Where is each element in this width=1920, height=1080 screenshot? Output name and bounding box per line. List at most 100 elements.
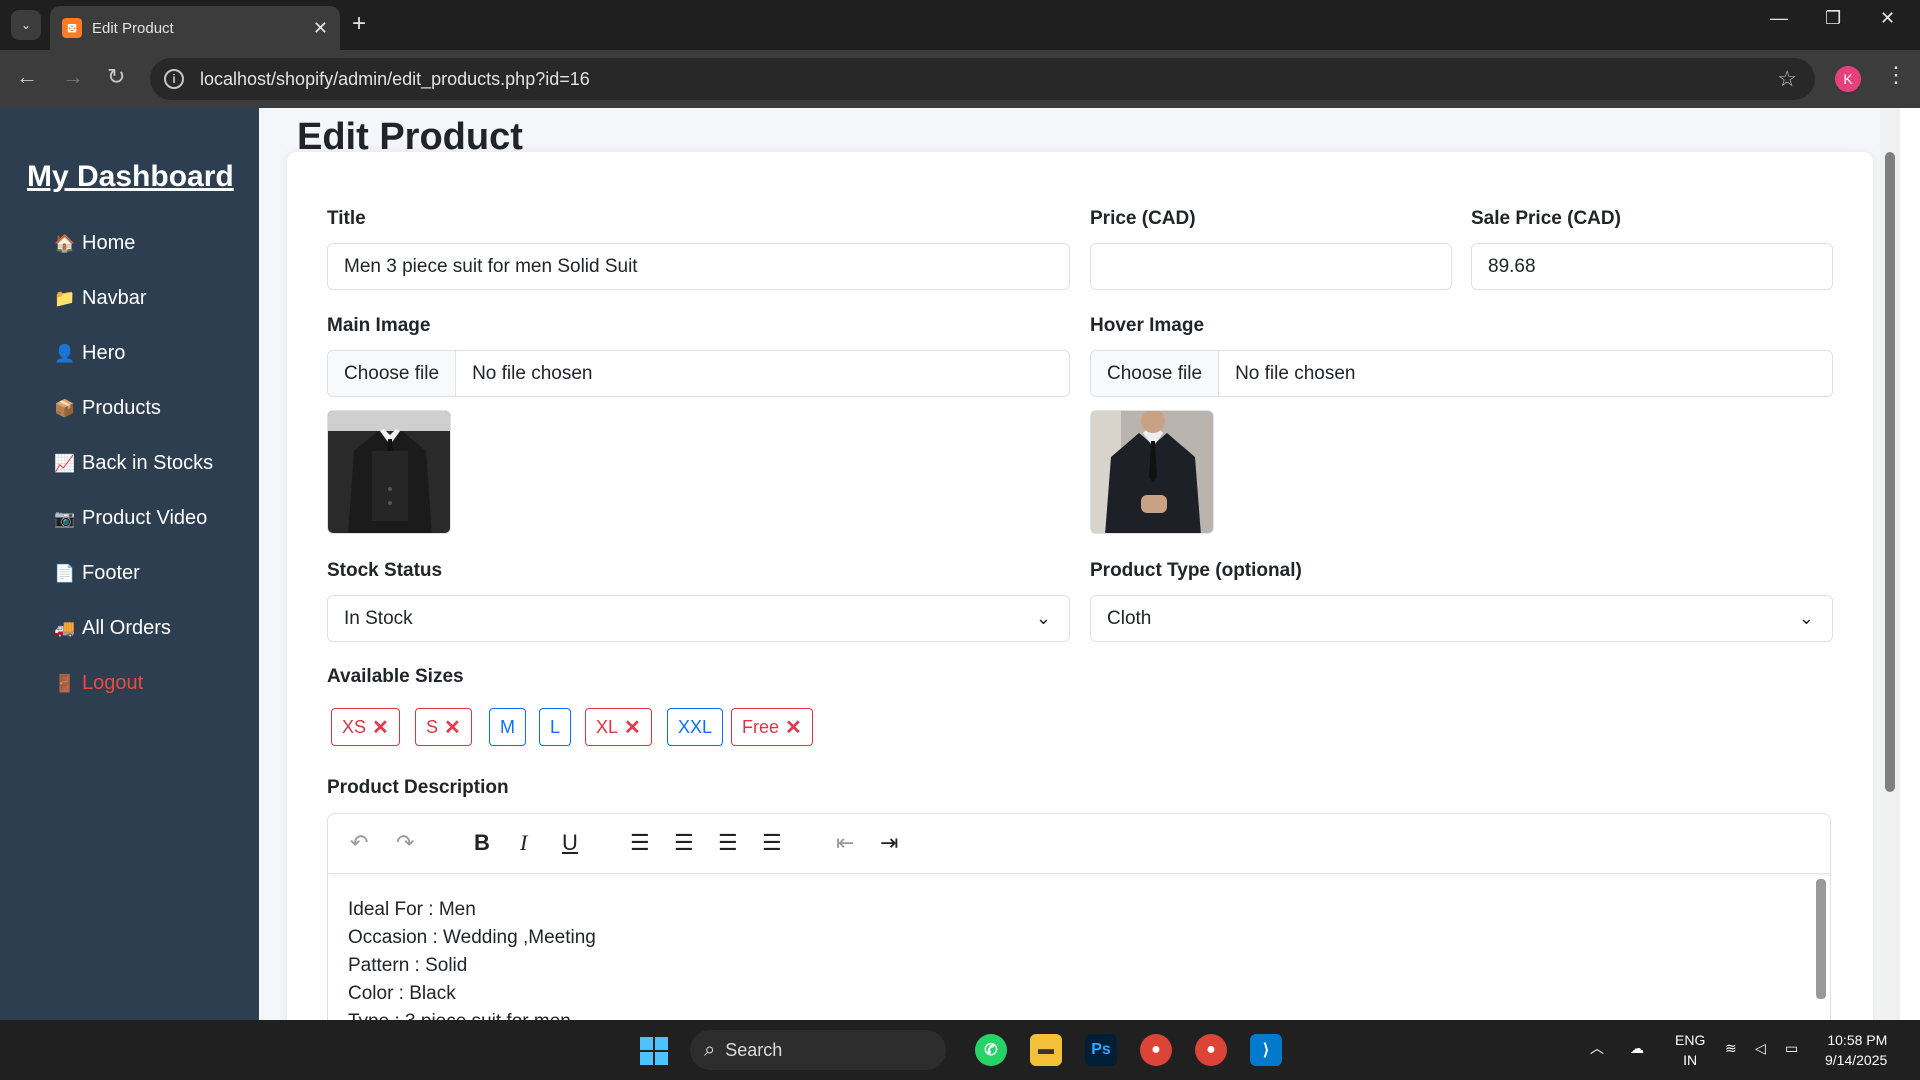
vscode-icon[interactable]: ⟩ (1250, 1034, 1282, 1066)
undo-icon[interactable]: ↶ (350, 830, 368, 856)
window-close-icon[interactable]: ✕ (1880, 8, 1895, 29)
stock-status-select[interactable]: In Stock ⌄ (327, 595, 1070, 642)
dashboard-brand-link[interactable]: My Dashboard (27, 160, 234, 194)
remove-size-icon[interactable]: ✕ (444, 715, 461, 740)
browser-tab[interactable]: ⊠ Edit Product ✕ (50, 6, 340, 50)
chrome-icon[interactable]: ● (1140, 1034, 1172, 1066)
size-chip-xl[interactable]: XL ✕ (585, 708, 652, 746)
size-chip-m[interactable]: M (489, 708, 526, 746)
main-image-choose-file-button[interactable]: Choose file (328, 351, 457, 396)
title-label: Title (327, 208, 366, 229)
align-center-icon[interactable]: ☰ (674, 830, 694, 856)
taskbar-search[interactable]: ⌕ Search (690, 1030, 946, 1070)
clock-date: 9/14/2025 (1825, 1052, 1888, 1068)
price-input[interactable] (1090, 243, 1452, 290)
size-chip-l[interactable]: L (539, 708, 572, 746)
editor-content[interactable]: Ideal For : Men Occasion : Wedding ,Meeti… (328, 874, 1830, 1020)
description-line: Ideal For : Men (348, 899, 476, 920)
sidebar-item-product-video[interactable]: 📷 Product Video (54, 507, 207, 530)
size-chip-xs[interactable]: XS ✕ (331, 708, 400, 746)
main-image-label: Main Image (327, 315, 431, 336)
remove-size-icon[interactable]: ✕ (785, 715, 802, 740)
file-explorer-icon[interactable]: ▬ (1030, 1034, 1062, 1066)
tab-search-button[interactable]: ⌄ (11, 10, 41, 40)
chrome-profile-icon[interactable]: ● (1195, 1034, 1227, 1066)
product-type-select[interactable]: Cloth ⌄ (1090, 595, 1833, 642)
windows-start-icon[interactable] (640, 1037, 668, 1065)
hover-image-file-input[interactable]: Choose file No file chosen (1090, 350, 1833, 397)
sidebar-item-all-orders[interactable]: 🚚 All Orders (54, 617, 171, 640)
language-code: ENG (1675, 1032, 1706, 1048)
xampp-favicon-icon: ⊠ (62, 18, 82, 38)
hover-image-thumbnail (1090, 410, 1214, 534)
italic-icon[interactable]: I (520, 830, 527, 856)
address-bar[interactable]: i localhost/shopify/admin/edit_products.… (150, 58, 1815, 100)
minimize-icon[interactable]: — (1770, 8, 1788, 29)
photoshop-icon[interactable]: Ps (1085, 1034, 1117, 1066)
bold-icon[interactable]: B (474, 830, 490, 856)
forward-icon[interactable]: → (62, 64, 84, 90)
browser-toolbar: ← → ↻ i localhost/shopify/admin/edit_pro… (0, 50, 1920, 108)
size-chip-label: S (426, 716, 439, 737)
sidebar-item-footer[interactable]: 📄 Footer (54, 562, 140, 585)
sidebar-item-logout[interactable]: 🚪 Logout (54, 672, 143, 695)
sidebar-item-navbar[interactable]: 📁 Navbar (54, 287, 146, 310)
chrome-menu-icon[interactable]: ⋮ (1885, 62, 1907, 88)
size-chip-s[interactable]: S ✕ (415, 708, 472, 746)
sidebar-item-label: Product Video (82, 507, 208, 529)
title-input[interactable]: Men 3 piece suit for men Solid Suit (327, 243, 1070, 290)
sidebar: My Dashboard 🏠 Home 📁 Navbar 👤 Hero 📦 Products 📈… (0, 108, 259, 1020)
remove-size-icon[interactable]: ✕ (372, 715, 389, 740)
align-justify-icon[interactable]: ☰ (762, 830, 782, 856)
remove-size-icon[interactable]: ✕ (624, 715, 641, 740)
door-icon: 🚪 (54, 673, 76, 693)
sidebar-item-back-in-stocks[interactable]: 📈 Back in Stocks (54, 452, 213, 475)
page-scrollbar[interactable] (1880, 108, 1900, 1020)
volume-icon[interactable]: ◁ (1755, 1038, 1766, 1058)
sidebar-item-hero[interactable]: 👤 Hero (54, 342, 125, 365)
back-icon[interactable]: ← (16, 64, 38, 90)
underline-icon[interactable]: U (562, 830, 578, 856)
editor-scrollbar[interactable] (1816, 879, 1826, 999)
camera-icon: 📷 (54, 508, 76, 528)
sidebar-item-label: Logout (82, 672, 144, 694)
main-image-file-input[interactable]: Choose file No file chosen (327, 350, 1070, 397)
language-indicator[interactable]: ENG IN (1675, 1030, 1705, 1070)
whatsapp-icon[interactable]: ✆ (975, 1034, 1007, 1066)
sale-price-input[interactable]: 89.68 (1471, 243, 1833, 290)
clock[interactable]: 10:58 PM 9/14/2025 (1825, 1030, 1887, 1070)
indent-icon[interactable]: ⇥ (880, 830, 898, 856)
page-scrollbar-thumb[interactable] (1885, 152, 1895, 792)
editor-toolbar: ↶ ↷ B I U ☰ ☰ ☰ ☰ ⇤ ⇥ (328, 814, 1830, 874)
align-right-icon[interactable]: ☰ (718, 830, 738, 856)
stock-status-label: Stock Status (327, 560, 443, 581)
bookmark-star-icon[interactable]: ☆ (1777, 66, 1797, 92)
wifi-icon[interactable]: ≋ (1725, 1038, 1737, 1058)
tray-chevron-icon[interactable]: ︿ (1590, 1038, 1604, 1058)
sidebar-item-products[interactable]: 📦 Products (54, 397, 161, 420)
reload-icon[interactable]: ↻ (107, 64, 125, 90)
hover-image-choose-file-button[interactable]: Choose file (1091, 351, 1220, 396)
folder-icon: 📁 (54, 288, 76, 308)
sidebar-item-home[interactable]: 🏠 Home (54, 232, 135, 255)
site-info-icon[interactable]: i (164, 69, 184, 89)
outdent-icon[interactable]: ⇤ (836, 830, 854, 856)
size-chip-xxl[interactable]: XXL (667, 708, 724, 746)
sidebar-item-label: Footer (82, 562, 140, 584)
onedrive-icon[interactable]: ☁ (1630, 1038, 1644, 1058)
align-left-icon[interactable]: ☰ (630, 830, 650, 856)
description-line: Occasion : Wedding ,Meeting (348, 927, 596, 948)
size-chip-free[interactable]: Free ✕ (731, 708, 813, 746)
description-line: Color : Black (348, 983, 456, 1004)
chart-icon: 📈 (54, 453, 76, 473)
redo-icon[interactable]: ↷ (396, 830, 414, 856)
restore-icon[interactable]: ❐ (1825, 8, 1841, 29)
profile-avatar[interactable]: K (1835, 66, 1861, 92)
product-description-label: Product Description (327, 777, 509, 798)
battery-icon[interactable]: ▭ (1785, 1038, 1798, 1058)
tab-close-icon[interactable]: ✕ (313, 18, 328, 39)
new-tab-icon[interactable]: + (352, 10, 366, 38)
hover-image-file-status: No file chosen (1235, 362, 1356, 384)
browser-tab-strip: ⌄ ⊠ Edit Product ✕ + — ❐ ✕ (0, 0, 1920, 50)
windows-taskbar: ⌕ Search ✆ ▬ Ps ● ● ⟩ ︿ ☁ ENG IN ≋ ◁ ▭ 1… (0, 1020, 1920, 1080)
